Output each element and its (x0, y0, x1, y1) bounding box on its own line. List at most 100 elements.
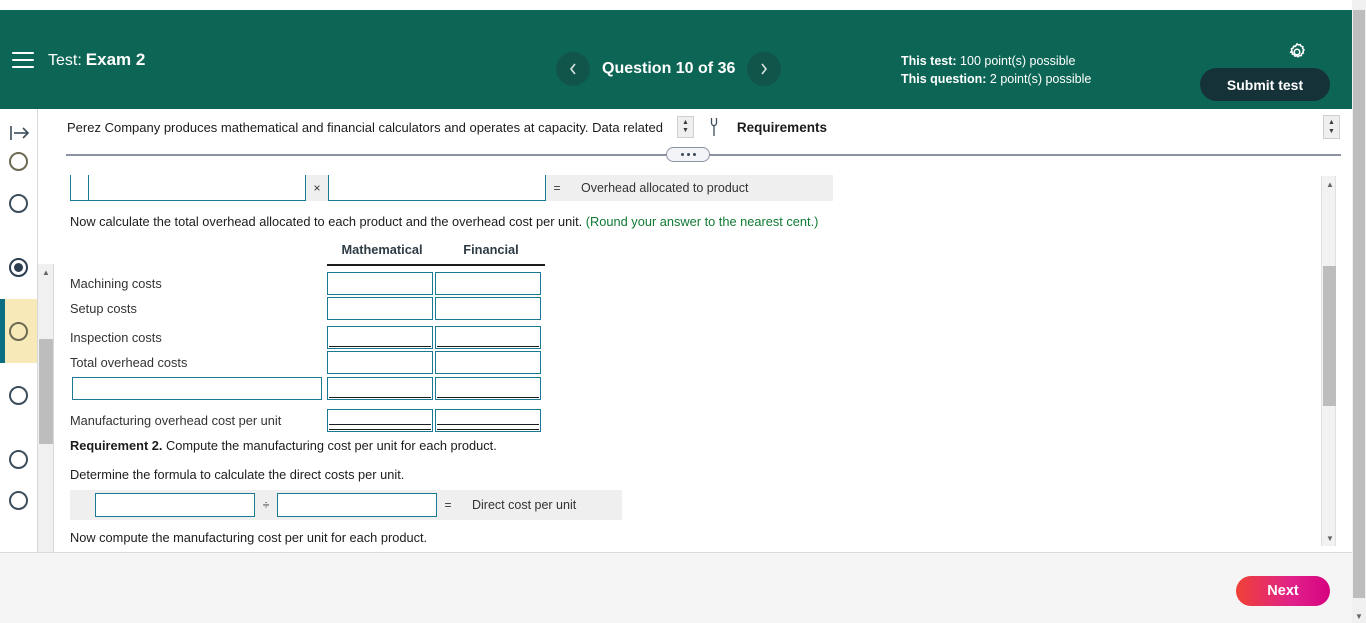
instruction-now-compute: Now compute the manufacturing cost per u… (70, 530, 428, 545)
circle-outline-icon (9, 193, 28, 213)
spinner-up-icon[interactable]: ▲ (682, 119, 689, 127)
previous-question-button[interactable] (556, 52, 590, 86)
spinner-down-icon[interactable]: ▼ (1328, 127, 1335, 136)
scrollbar-thumb[interactable] (1323, 266, 1336, 406)
circle-outline-icon (9, 321, 28, 341)
row-label-manufacturing-overhead-per-unit: Manufacturing overhead cost per unit (70, 413, 282, 428)
formula-equals-sign: = (553, 181, 561, 195)
question-marker-list (0, 149, 37, 513)
requirements-spinner[interactable]: ▲ ▼ (1323, 115, 1340, 139)
instruction-text: Now calculate the total overhead allocat… (70, 214, 583, 229)
triangle-down-icon[interactable]: ▼ (1352, 609, 1366, 623)
table-header-rule (327, 264, 545, 266)
question-rail: ▲ ▼ ◀ ▶ (0, 109, 54, 623)
scrollbar-thumb[interactable] (39, 339, 53, 444)
next-button[interactable]: Next (1236, 576, 1330, 606)
page-scrollbar-thumb[interactable] (1353, 10, 1365, 598)
rounding-hint-text: (Round your answer to the nearest cent.) (585, 214, 819, 229)
direct-cost-result-label: Direct cost per unit (472, 498, 577, 512)
column-header-mathematical: Mathematical (341, 242, 423, 257)
sidebar-item-question-empty-2[interactable] (0, 363, 37, 427)
page-vertical-scrollbar[interactable]: ▼ (1352, 0, 1366, 623)
input-total-overhead-financial[interactable] (435, 351, 541, 374)
content-vertical-scrollbar[interactable]: ▲ ▼ (1321, 176, 1336, 546)
triangle-down-icon[interactable]: ▼ (1322, 530, 1338, 546)
input-custom-row-label[interactable] (72, 377, 322, 400)
chevron-left-icon (569, 63, 576, 75)
spinner-down-icon[interactable]: ▼ (682, 127, 689, 135)
direct-cost-input-2[interactable] (277, 493, 437, 517)
question-points-value: 2 point(s) possible (989, 72, 1092, 86)
question-points-label: This question: (901, 72, 987, 86)
hamburger-icon[interactable] (12, 51, 34, 68)
requirement-2-text: Compute the manufacturing cost per unit … (166, 438, 497, 453)
gear-icon[interactable] (1286, 41, 1308, 63)
direct-cost-formula-row: ÷ = Direct cost per unit (70, 490, 622, 520)
sidebar-item-question-partial[interactable] (0, 149, 37, 171)
row-label-setup-costs: Setup costs (70, 301, 137, 316)
requirement-2-number: Requirement 2. (70, 438, 163, 453)
circle-outline-icon (9, 491, 28, 510)
instruction-determine-formula: Determine the formula to calculate the d… (70, 467, 405, 482)
app-header: Test: Exam 2 Question 10 of 36 This test:… (0, 10, 1352, 109)
input-moh-per-unit-financial[interactable] (435, 409, 541, 432)
chevron-right-icon (761, 63, 768, 75)
test-points-label: This test: (901, 54, 957, 68)
submit-test-button[interactable]: Submit test (1200, 68, 1330, 101)
splitter-dots-handle[interactable] (666, 147, 710, 162)
spinner-up-icon[interactable]: ▲ (1328, 118, 1335, 127)
sidebar-item-question-empty-1[interactable] (0, 171, 37, 235)
circle-outline-icon (9, 385, 28, 405)
table-header-row: Mathematical Financial (70, 242, 550, 270)
row-label-total-overhead-costs: Total overhead costs (70, 355, 188, 370)
direct-cost-input-1[interactable] (95, 493, 255, 517)
pin-icon[interactable] (707, 116, 721, 138)
overhead-formula-input-2[interactable] (328, 175, 546, 201)
row-label-inspection-costs: Inspection costs (70, 330, 162, 345)
row-label-machining-costs: Machining costs (70, 276, 162, 291)
overhead-formula-input-1[interactable] (88, 175, 306, 201)
input-moh-per-unit-mathematical[interactable] (327, 409, 433, 432)
question-content-area: × = Overhead allocated to product Now ca… (54, 170, 1320, 552)
points-summary: This test: 100 point(s) possible This qu… (901, 52, 1091, 88)
test-points-line: This test: 100 point(s) possible (901, 52, 1091, 70)
sidebar-item-question-current[interactable] (0, 299, 37, 363)
formula-divide-operator: ÷ (262, 498, 270, 512)
footer-bar (0, 552, 1352, 623)
question-points-line: This question: 2 point(s) possible (901, 70, 1091, 88)
question-preview-text: Perez Company produces mathematical and … (67, 119, 663, 135)
overhead-formula-result-label: Overhead allocated to product (581, 181, 749, 195)
input-inspection-mathematical[interactable] (327, 326, 433, 349)
collapse-panel-icon[interactable] (9, 123, 31, 143)
instruction-calculate-total-overhead: Now calculate the total overhead allocat… (70, 214, 818, 229)
question-counter: Question 10 of 36 (602, 60, 736, 77)
triangle-up-icon[interactable]: ▲ (1322, 176, 1338, 192)
question-navigator: Question 10 of 36 (556, 52, 782, 86)
overhead-formula-row: × = Overhead allocated to product (70, 175, 833, 201)
circle-outline-icon (9, 449, 28, 469)
sidebar-item-question-empty-4[interactable] (0, 491, 37, 513)
circle-outline-icon (9, 152, 28, 171)
input-machining-financial[interactable] (435, 272, 541, 295)
requirements-label: Requirements (736, 119, 827, 135)
triangle-up-icon[interactable]: ▲ (38, 264, 54, 280)
question-header-strip: Perez Company produces mathematical and … (54, 109, 1352, 145)
test-name-label: Exam 2 (85, 49, 146, 69)
sidebar-item-question-empty-3[interactable] (0, 427, 37, 491)
input-custom-row-mathematical[interactable] (327, 377, 433, 400)
next-question-button[interactable] (747, 52, 782, 86)
sidebar-item-question-done[interactable] (0, 235, 37, 299)
requirement-2-heading: Requirement 2. Compute the manufacturing… (70, 438, 497, 453)
input-custom-row-financial[interactable] (435, 377, 541, 400)
test-prefix-label: Test: (48, 51, 82, 69)
input-total-overhead-mathematical[interactable] (327, 351, 433, 374)
test-title: Test: Exam 2 (48, 50, 145, 70)
input-setup-financial[interactable] (435, 297, 541, 320)
input-inspection-financial[interactable] (435, 326, 541, 349)
question-text-spinner[interactable]: ▲ ▼ (676, 116, 694, 138)
circle-filled-icon (9, 257, 28, 277)
test-points-value: 100 point(s) possible (960, 54, 1076, 68)
input-machining-mathematical[interactable] (327, 272, 433, 295)
formula-multiply-operator: × (313, 181, 321, 195)
input-setup-mathematical[interactable] (327, 297, 433, 320)
